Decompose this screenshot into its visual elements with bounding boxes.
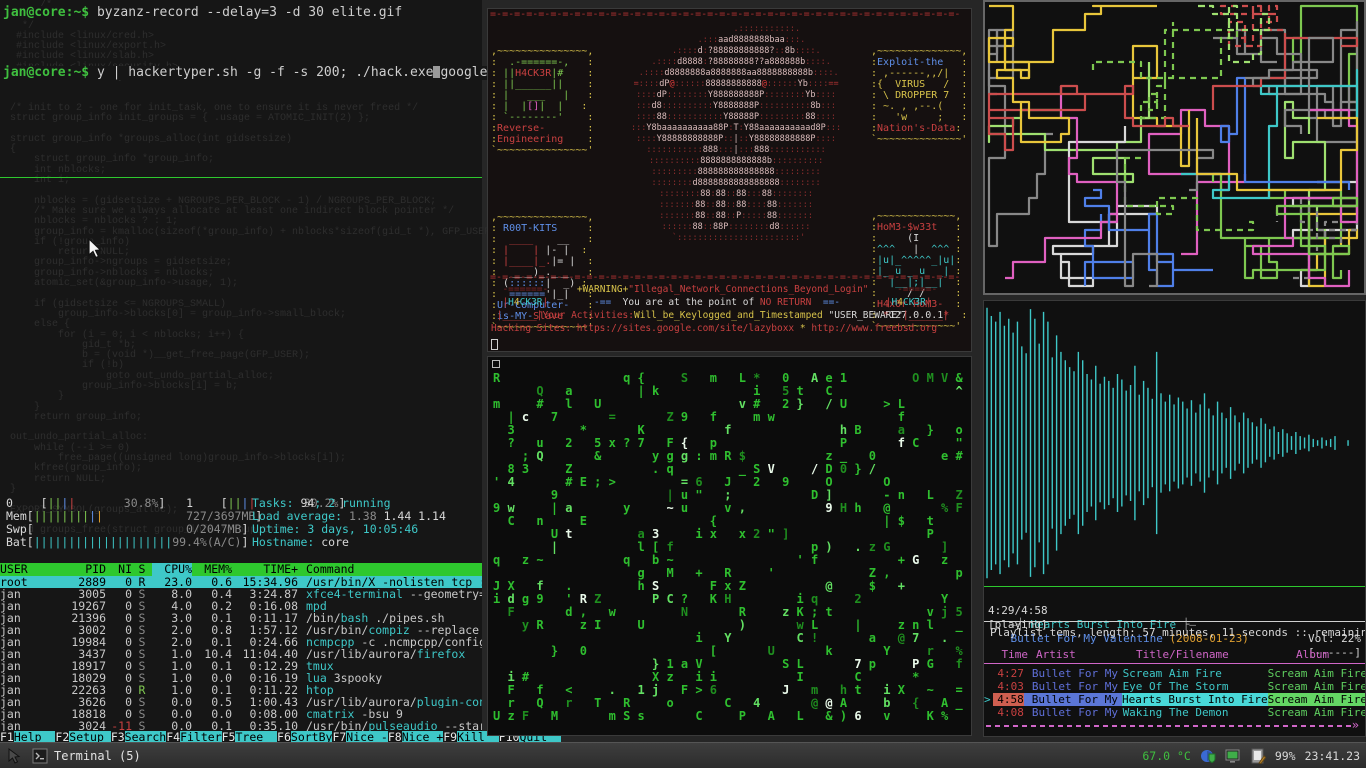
banner-top-border: =-=-=-=-=-=-=-=-=-=-=-=-=-=-=-=-=-=-=-=-… (488, 9, 971, 20)
command-text: byzanz-record --delay=3 -d 30 elite.gif (97, 5, 402, 20)
status-separator (984, 621, 1366, 622)
temperature-indicator: 67.0 °C (1142, 749, 1190, 763)
playlist: 4:27Bullet For MyScream Aim FireScream A… (984, 667, 1366, 719)
hacker-banner-window[interactable]: =-=-=-=-=-=-=-=-=-=-=-=-=-=-=-=-=-=-=-=-… (487, 8, 972, 352)
process-row[interactable]: jan213960S3.00.10:11.17/bin/bash ./pipes… (0, 612, 482, 624)
process-row[interactable]: jan188180S0.00.00:08.00cmatrix -bsu 9 (0, 708, 482, 720)
shell-prompt-1: jan@core:~$ byzanz-record --delay=3 -d 3… (3, 6, 402, 20)
header-underline (984, 663, 1366, 664)
warning-text: -======- +WARNING+"Illegal_Network_Conne… (488, 283, 971, 335)
grab-cursor-icon (6, 747, 24, 765)
visualizer-separator (984, 586, 1366, 587)
header-artist: Artist (1028, 648, 1136, 661)
audio-visualizer (984, 301, 1365, 586)
playlist-header: Time Artist Title/Filename Album (984, 648, 1365, 661)
clipboard-brush-icon[interactable] (1250, 748, 1266, 764)
cmatrix-window[interactable]: R q { S m L * 0 A e 1 O M V & Q a | k i … (487, 356, 972, 736)
banner-divider: =-=-=-=-=-=-=-=-=-=-=-=-=-=-=-=-=-=-=-=-… (488, 272, 971, 283)
terminal-icon (32, 748, 48, 764)
matrix-rain: R q { S m L * 0 A e 1 O M V & Q a | k i … (493, 372, 970, 723)
network-shield-icon[interactable] (1200, 748, 1216, 764)
playlist-scroll-line (986, 725, 1351, 727)
taskbar: Terminal (5) 67.0 °C 99% 23:41.23 (0, 742, 1366, 768)
prompt-host: jan@core (3, 65, 66, 80)
taskbar-app-label: Terminal (5) (54, 749, 141, 763)
hostname: Hostname: core (252, 536, 446, 549)
hackertyper-output: /* */ #include <linux/cred.h> #include <… (4, 1, 502, 536)
col-command[interactable]: Command (298, 563, 482, 576)
ascii-skull: .:::::::::::. .:::aad8888888baa:::. .:::… (596, 20, 871, 272)
taskbar-app-button[interactable]: Terminal (5) (32, 748, 141, 764)
window-icon (492, 360, 500, 368)
process-table-header[interactable]: USER PID NI S CPU% MEM% TIME+ Command (0, 563, 482, 576)
header-album: Album (1296, 648, 1365, 661)
banner-left-boxes: ,~~~~~~~~~~~~~~~,: .-======-, :: ||H4CK3… (488, 20, 596, 272)
selection-marker (984, 680, 993, 693)
selection-marker (984, 667, 993, 680)
playlist-status: Playlist tems, length: 57 minutes, 11 se… (984, 626, 1365, 640)
shell-prompt-2[interactable]: jan@core:~$ y | hackertyper.sh -g -f -s … (3, 66, 519, 80)
htop-summary: Tasks: 94; 2 running Load average: 1.38 … (252, 497, 446, 549)
process-row[interactable]: jan199840S2.00.10:24.66ncmpcpp -c .ncmpc… (0, 636, 482, 648)
mouse-pointer (88, 238, 104, 260)
scroll-arrow-icon: » (1352, 718, 1359, 732)
selection-marker (984, 706, 993, 719)
header-time: Time (994, 648, 1028, 661)
process-table: root28890R23.00.615:34.96/usr/bin/X -nol… (0, 576, 482, 732)
playlist-row[interactable]: 4:08Bullet For MyWaking The DemonScream … (984, 706, 1366, 719)
process-row[interactable]: jan222630R1.00.10:11.22htop (0, 684, 482, 696)
prompt-separator: :~$ (66, 5, 97, 20)
terminal-window[interactable]: /* */ #include <linux/cred.h> #include <… (0, 0, 482, 740)
banner-right-boxes: ,~~~~~~~~~~~~~~,:Exploit-the :: ,------,… (871, 20, 971, 272)
display-settings-icon[interactable] (1225, 748, 1241, 764)
prompt-separator: :~$ (66, 65, 97, 80)
playlist-row[interactable]: 4:27Bullet For MyScream Aim FireScream A… (984, 667, 1366, 680)
battery-percentage: 99% (1275, 749, 1296, 763)
tmux-pane-divider (0, 177, 482, 178)
reverse-engineering-box: ,~~~~~~~~~~~~~~~,: .-======-, :: ||H4CK3… (491, 46, 596, 156)
prompt-host: jan@core (3, 5, 66, 20)
pipes-screensaver-window[interactable] (983, 0, 1366, 295)
pipes-art (985, 2, 1364, 293)
clock[interactable]: 23:41.23 (1305, 749, 1360, 763)
header-title: Title/Filename (1136, 648, 1296, 661)
music-player-window[interactable]: 4:29/4:58 —┤ Hearts Burst Into Fire ├— V… (983, 300, 1366, 737)
playlist-row[interactable]: >4:58Bullet For MyHearts Burst Into Fire… (984, 693, 1366, 706)
selection-marker: > (984, 693, 993, 706)
banner-cursor (491, 339, 498, 350)
command-text: y | hackertyper.sh -g -f -s 200; ./hack.… (97, 65, 434, 80)
virus-dropper-box: ,~~~~~~~~~~~~~~,:Exploit-the :: ,------,… (871, 46, 971, 145)
playlist-row[interactable]: 4:03Bullet For MyEye Of The StormScream … (984, 680, 1366, 693)
process-row[interactable]: root28890R23.00.615:34.96/usr/bin/X -nol… (0, 576, 482, 588)
